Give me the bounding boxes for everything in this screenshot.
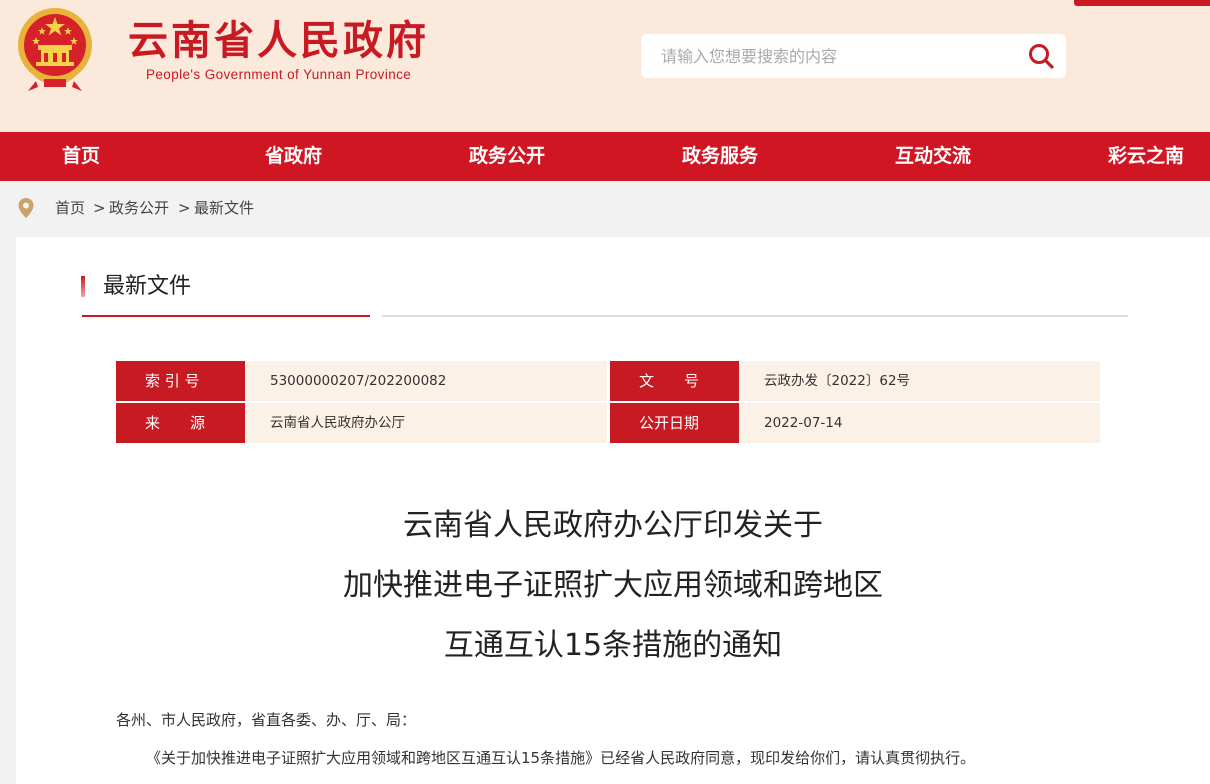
section-underline xyxy=(382,315,1128,317)
breadcrumb-home[interactable]: 首页 xyxy=(55,198,85,218)
meta-label-text: 公开日期 xyxy=(639,414,700,432)
meta-label-text: 来 源 xyxy=(145,414,206,432)
meta-index-number: 索 引 号 53000000207/202200082 xyxy=(116,361,607,401)
breadcrumb-government-affairs[interactable]: 政务公开 xyxy=(109,198,169,218)
nav-item-government-affairs-disclosure[interactable]: 政务公开 xyxy=(469,132,545,181)
nav-item-colorful-yunnan[interactable]: 彩云之南 xyxy=(1108,132,1184,181)
breadcrumb: 首页 > 政务公开 > 最新文件 xyxy=(0,181,1210,235)
breadcrumb-separator: > xyxy=(178,199,191,217)
meta-value: 云南省人民政府办公厅 xyxy=(245,403,607,443)
breadcrumb-separator: > xyxy=(93,199,106,217)
meta-document-number: 文 号 云政办发〔2022〕62号 xyxy=(610,361,1100,401)
main-nav: 首页 省政府 政务公开 政务服务 互动交流 彩云之南 xyxy=(0,132,1210,181)
meta-value: 2022-07-14 xyxy=(739,403,1100,443)
meta-label: 公开日期 xyxy=(610,403,746,443)
document-title-line-1: 云南省人民政府办公厅印发关于 xyxy=(403,508,823,543)
meta-source: 来 源 云南省人民政府办公厅 xyxy=(116,403,607,443)
meta-label-text: 索 引 号 xyxy=(145,372,200,390)
section-underline-active xyxy=(82,315,370,317)
top-accent-bar xyxy=(1074,0,1210,6)
search-input[interactable] xyxy=(641,34,1011,78)
search-box xyxy=(641,34,1066,78)
site-subtitle: People's Government of Yunnan Province xyxy=(146,67,412,82)
nav-item-interaction[interactable]: 互动交流 xyxy=(895,132,971,181)
meta-label: 索 引 号 xyxy=(116,361,252,401)
meta-label: 来 源 xyxy=(116,403,252,443)
meta-label-text: 文 号 xyxy=(639,372,700,390)
meta-label: 文 号 xyxy=(610,361,746,401)
section-title-marker xyxy=(81,276,85,297)
site-header: 云南省人民政府 People's Government of Yunnan Pr… xyxy=(0,0,1210,132)
document-paragraph: 《关于加快推进电子证照扩大应用领域和跨地区互通互认15条措施》已经省人民政府同意… xyxy=(146,749,976,767)
location-pin-icon xyxy=(18,198,34,218)
site-title: 云南省人民政府 xyxy=(128,17,429,64)
meta-value: 云政办发〔2022〕62号 xyxy=(739,361,1100,401)
meta-value: 53000000207/202200082 xyxy=(245,361,607,401)
nav-item-home[interactable]: 首页 xyxy=(62,132,100,181)
document-title-line-2: 加快推进电子证照扩大应用领域和跨地区 xyxy=(343,568,883,603)
meta-publish-date: 公开日期 2022-07-14 xyxy=(610,403,1100,443)
main-content: 最新文件 索 引 号 53000000207/202200082 文 号 云政办… xyxy=(16,237,1210,784)
section-title: 最新文件 xyxy=(103,274,192,299)
document-salutation: 各州、市人民政府，省直各委、办、厅、局： xyxy=(116,711,417,729)
national-emblem-icon xyxy=(18,8,92,91)
nav-item-government-services[interactable]: 政务服务 xyxy=(682,132,758,181)
search-icon[interactable] xyxy=(1026,41,1056,71)
document-title-line-3: 互通互认15条措施的通知 xyxy=(443,628,783,663)
nav-item-provincial-government[interactable]: 省政府 xyxy=(265,132,322,181)
breadcrumb-latest-documents[interactable]: 最新文件 xyxy=(194,198,254,218)
